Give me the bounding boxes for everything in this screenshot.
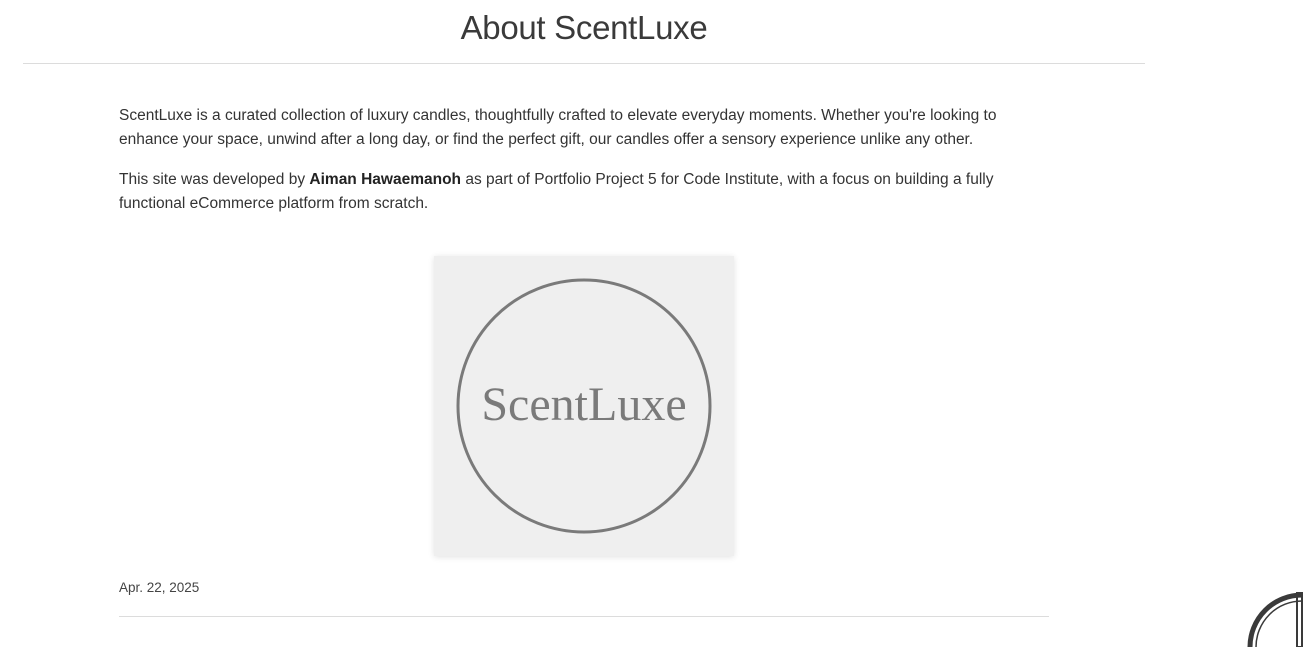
scroll-widget[interactable] [1247, 590, 1304, 647]
brand-logo-icon: ScentLuxe [456, 278, 712, 534]
quarter-circle-icon [1247, 592, 1303, 647]
page-title: About ScentLuxe [460, 9, 708, 46]
developer-name: Aiman Hawaemanoh [309, 171, 462, 188]
about-content: ScentLuxe is a curated collection of lux… [119, 104, 1049, 232]
divider [119, 616, 1049, 617]
intro-paragraph: ScentLuxe is a curated collection of lux… [119, 107, 997, 148]
developer-paragraph: This site was developed by Aiman Hawaema… [119, 168, 1049, 216]
brand-logo-text: ScentLuxe [481, 378, 686, 431]
developer-text-before: This site was developed by [119, 171, 310, 188]
page-header: About ScentLuxe [23, 0, 1145, 64]
post-date: Apr. 22, 2025 [119, 580, 200, 595]
brand-logo-image: ScentLuxe [434, 256, 734, 556]
about-page: About ScentLuxe ScentLuxe is a curated c… [0, 0, 1304, 647]
